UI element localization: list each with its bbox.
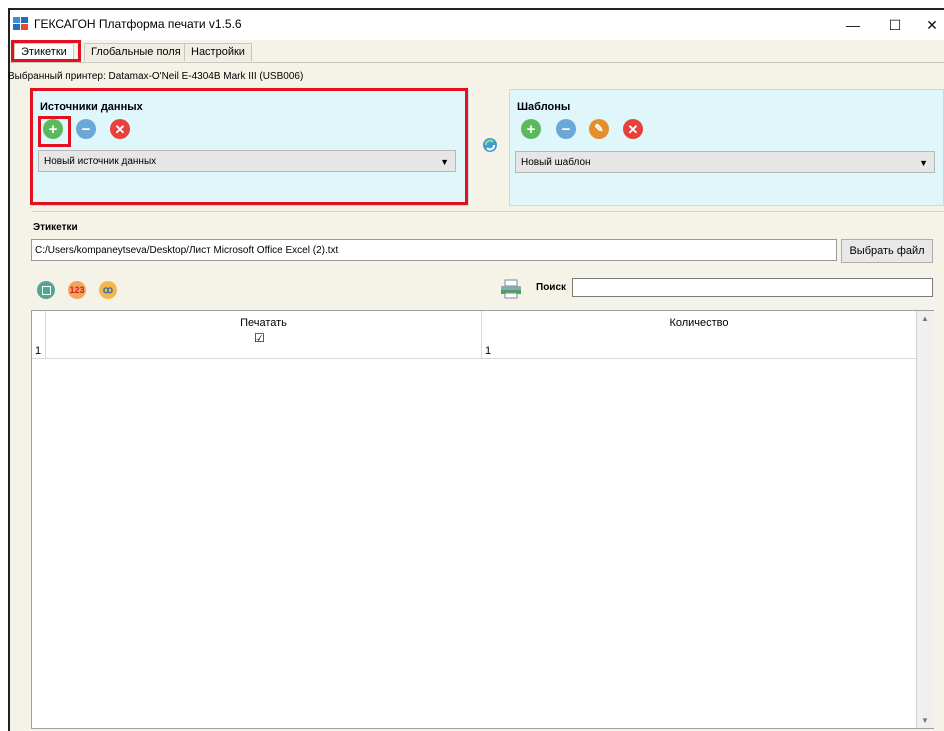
maximize-button[interactable]: ☐ xyxy=(880,14,910,36)
sync-icon[interactable] xyxy=(482,137,498,153)
templates-title: Шаблоны xyxy=(517,101,571,113)
minus-icon: − xyxy=(561,120,571,138)
templates-panel xyxy=(509,89,944,206)
edit-icon: ✎ xyxy=(594,122,604,135)
tab-global-fields[interactable]: Глобальные поля xyxy=(84,43,188,61)
labels-title: Этикетки xyxy=(33,222,78,233)
row-number: 1 xyxy=(35,345,42,357)
counter-button[interactable]: 123 xyxy=(68,281,86,299)
search-label: Поиск xyxy=(536,282,567,293)
labels-grid xyxy=(31,310,934,729)
column-header-quantity[interactable]: Количество xyxy=(482,311,916,336)
section-divider xyxy=(32,211,944,212)
add-highlight-box xyxy=(38,116,71,147)
tab-highlight-box xyxy=(11,40,81,62)
binoculars-icon: ꝏ xyxy=(102,284,114,296)
browse-file-button[interactable]: Выбрать файл xyxy=(841,239,933,263)
numbers-icon: 123 xyxy=(69,285,85,295)
scroll-up-icon[interactable]: ▲ xyxy=(921,314,929,323)
row-divider xyxy=(32,358,916,359)
close-window-button[interactable]: ✕ xyxy=(920,14,944,36)
file-path-input[interactable] xyxy=(31,239,837,261)
delete-template-button[interactable]: ✕ xyxy=(623,119,643,139)
template-select-value: Новый шаблон xyxy=(521,157,591,168)
search-input[interactable] xyxy=(572,278,933,297)
close-icon: ✕ xyxy=(627,121,639,137)
column-divider xyxy=(481,336,482,358)
chevron-down-icon: ▼ xyxy=(919,158,928,168)
printer-icon[interactable] xyxy=(500,279,522,299)
window-title: ГЕКСАГОН Платформа печати v1.5.6 xyxy=(34,17,242,31)
selected-printer-label: Выбранный принтер: Datamax-O'Neil E-4304… xyxy=(8,71,304,82)
vertical-scrollbar[interactable]: ▲ ▼ xyxy=(916,311,934,728)
checkbox-icon xyxy=(41,285,51,295)
minimize-button[interactable]: — xyxy=(838,14,868,36)
tab-settings[interactable]: Настройки xyxy=(184,43,252,61)
quantity-cell[interactable]: 1 xyxy=(485,340,491,362)
select-all-button[interactable] xyxy=(37,281,55,299)
template-select[interactable]: Новый шаблон ▼ xyxy=(515,151,935,173)
print-checkbox[interactable]: ☑ xyxy=(254,331,265,345)
scroll-down-icon[interactable]: ▼ xyxy=(921,716,929,725)
app-logo-icon xyxy=(13,17,28,30)
edit-template-button[interactable]: ✎ xyxy=(589,119,609,139)
remove-template-button[interactable]: − xyxy=(556,119,576,139)
plus-icon: + xyxy=(526,120,536,138)
find-button[interactable]: ꝏ xyxy=(99,281,117,299)
add-template-button[interactable]: + xyxy=(521,119,541,139)
sources-highlight-box xyxy=(30,88,468,205)
